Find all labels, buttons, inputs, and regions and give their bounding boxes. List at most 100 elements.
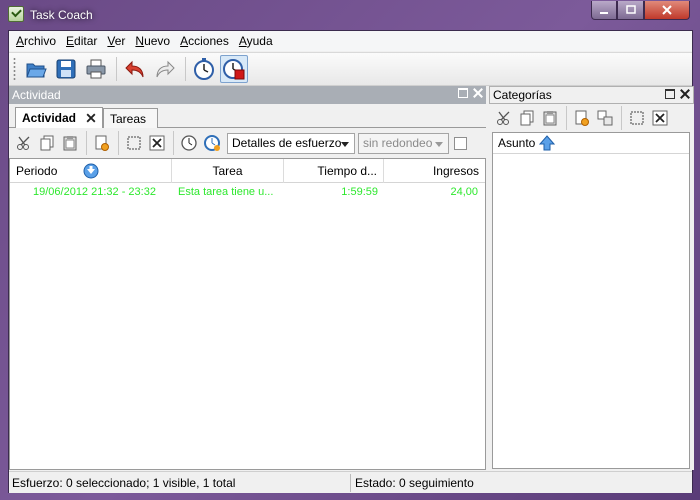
column-header-periodo[interactable]: Periodo	[10, 159, 172, 183]
new-subcategory-button[interactable]	[594, 107, 616, 129]
column-header-tarea[interactable]: Tarea	[172, 159, 284, 183]
stopwatch-icon	[194, 58, 214, 80]
select-value: sin redondeo	[363, 136, 433, 150]
edit-button[interactable]	[626, 107, 648, 129]
main-toolbar	[9, 52, 692, 86]
effort-list: Periodo Tarea Tiempo d... Ingresos 19/06…	[9, 158, 486, 470]
toolbar-separator	[86, 131, 87, 155]
effort-status: Esfuerzo: 0 seleccionado; 1 visible, 1 t…	[9, 473, 351, 492]
categories-panel-header: Categorías	[489, 86, 694, 104]
stop-tracking-icon	[223, 59, 245, 80]
cell-period: 19/06/2012 21:32 - 23:32	[33, 186, 156, 198]
column-header-asunto[interactable]: Asunto	[493, 133, 689, 154]
chevron-down-icon	[341, 141, 349, 147]
float-panel-icon[interactable]	[665, 89, 675, 99]
window-title: Task Coach	[30, 8, 93, 22]
minimize-button[interactable]	[591, 1, 617, 20]
delete-button[interactable]	[649, 107, 671, 129]
effort-detail-select[interactable]: Detalles de esfuerzo	[227, 132, 355, 154]
paste-button[interactable]	[539, 107, 561, 129]
print-button[interactable]	[82, 55, 110, 83]
column-header-tiempo[interactable]: Tiempo d...	[284, 159, 384, 183]
round-up-checkbox[interactable]	[454, 136, 467, 150]
toolbar-grip[interactable]	[13, 57, 16, 81]
tab-actividad[interactable]: Actividad	[15, 107, 103, 128]
new-category-button[interactable]	[571, 107, 593, 129]
delete-button[interactable]	[146, 132, 168, 154]
tab-label: Tareas	[110, 111, 147, 126]
start-effort-button[interactable]	[178, 132, 200, 154]
scissors-icon	[17, 136, 30, 150]
stop-effort-button[interactable]	[201, 132, 223, 154]
table-row[interactable]: 19/06/2012 21:32 - 23:32 Esta tarea tien…	[10, 185, 485, 201]
menu-editar[interactable]: Editar	[61, 34, 102, 48]
close-tab-icon[interactable]	[87, 114, 96, 123]
copy-button[interactable]	[36, 132, 58, 154]
cut-button[interactable]	[13, 132, 35, 154]
subcategory-icon	[597, 110, 613, 126]
app-icon	[8, 6, 24, 22]
app-window: Archivo Editar Ver Nuevo Acciones Ayuda	[8, 30, 694, 493]
redo-button[interactable]	[151, 55, 179, 83]
close-panel-icon[interactable]	[680, 89, 690, 99]
categories-toolbar	[489, 104, 694, 132]
stop-tracking-button[interactable]	[220, 55, 248, 83]
maximize-icon	[625, 5, 636, 14]
title-bar: Task Coach	[0, 0, 700, 30]
toolbar-separator	[116, 57, 117, 81]
menu-archivo[interactable]: Archivo	[11, 34, 61, 48]
sort-down-icon	[83, 163, 99, 179]
list-header: Periodo Tarea Tiempo d... Ingresos	[10, 159, 485, 183]
cut-button[interactable]	[493, 107, 515, 129]
copy-button[interactable]	[516, 107, 538, 129]
effort-toolbar: Detalles de esfuerzo sin redondeo	[9, 129, 486, 157]
cell-task: Esta tarea tiene u...	[178, 186, 274, 198]
edit-button[interactable]	[123, 132, 145, 154]
paste-icon	[543, 111, 557, 126]
delete-icon	[149, 135, 165, 151]
toolbar-separator	[185, 57, 186, 81]
paste-button[interactable]	[59, 132, 81, 154]
new-item-icon	[95, 135, 109, 151]
start-tracking-button[interactable]	[190, 55, 218, 83]
select-icon	[127, 136, 141, 150]
panel-title: Categorías	[493, 88, 552, 102]
cell-time: 1:59:59	[341, 186, 378, 198]
maximize-button[interactable]	[617, 1, 644, 20]
chevron-down-icon	[435, 141, 443, 147]
toolbar-separator	[118, 131, 119, 155]
save-button[interactable]	[52, 55, 80, 83]
effort-panel: Actividad Actividad Tareas Detalles de e…	[9, 86, 486, 470]
tab-tareas[interactable]: Tareas	[103, 108, 158, 128]
menu-nuevo[interactable]: Nuevo	[130, 34, 175, 48]
folder-open-icon	[26, 63, 47, 78]
menu-bar: Archivo Editar Ver Nuevo Acciones Ayuda	[9, 31, 692, 51]
close-panel-icon[interactable]	[473, 88, 483, 98]
toolbar-separator	[621, 106, 622, 130]
new-item-icon	[575, 110, 589, 126]
tab-label: Actividad	[22, 111, 77, 125]
float-panel-icon[interactable]	[458, 88, 468, 98]
column-header-ingresos[interactable]: Ingresos	[384, 159, 485, 183]
toolbar-separator	[566, 106, 567, 130]
close-button[interactable]	[644, 1, 690, 20]
sort-up-icon	[539, 135, 556, 151]
copy-icon	[520, 110, 534, 126]
undo-icon	[125, 60, 144, 78]
panel-title: Actividad	[12, 88, 61, 102]
menu-acciones[interactable]: Acciones	[175, 34, 234, 48]
new-effort-button[interactable]	[91, 132, 113, 154]
delete-icon	[652, 110, 668, 126]
scissors-icon	[497, 111, 510, 125]
select-value: Detalles de esfuerzo	[232, 136, 342, 150]
undo-button[interactable]	[121, 55, 149, 83]
redo-icon	[156, 60, 175, 78]
save-icon	[56, 59, 76, 79]
categories-list: Asunto	[492, 132, 690, 469]
copy-icon	[40, 135, 54, 151]
menu-ver[interactable]: Ver	[102, 34, 130, 48]
cell-income: 24,00	[450, 186, 478, 198]
open-button[interactable]	[22, 55, 50, 83]
categories-panel: Categorías Asunto	[489, 86, 694, 470]
menu-ayuda[interactable]: Ayuda	[234, 34, 278, 48]
